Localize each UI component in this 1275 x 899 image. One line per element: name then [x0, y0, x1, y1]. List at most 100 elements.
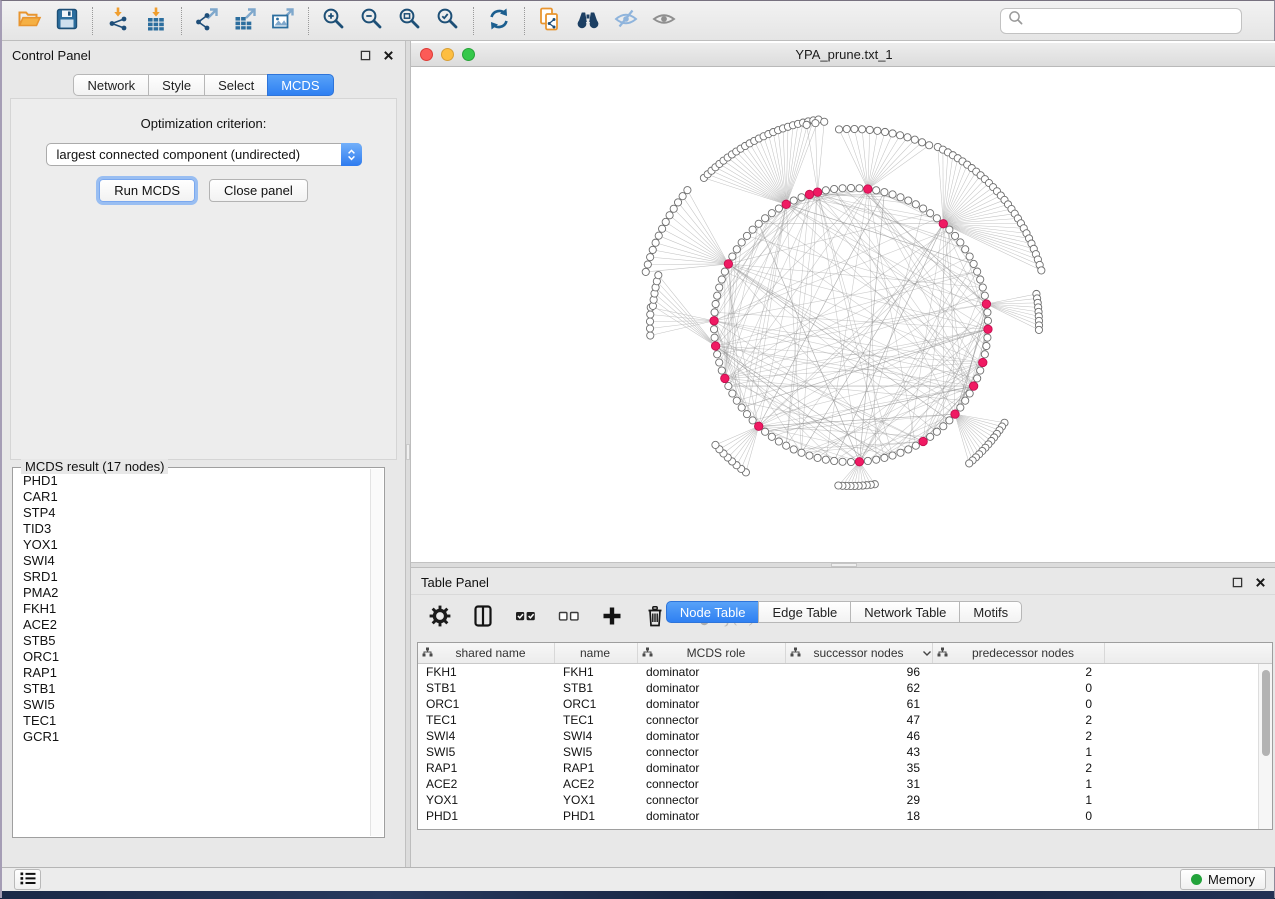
import-network-button[interactable] — [99, 4, 137, 38]
export-image-button[interactable] — [264, 4, 302, 38]
export-network-icon — [194, 6, 220, 35]
mcds-result-item[interactable]: ORC1 — [23, 649, 370, 665]
refresh-view-button[interactable] — [480, 4, 518, 38]
mcds-result-item[interactable]: SWI4 — [23, 553, 370, 569]
optimization-criterion-select[interactable]: largest connected component (undirected) — [46, 143, 362, 166]
tab-network-table[interactable]: Network Table — [850, 601, 960, 623]
memory-button[interactable]: Memory — [1180, 869, 1266, 890]
mcds-result-item[interactable]: TID3 — [23, 521, 370, 537]
mcds-result-item[interactable]: CAR1 — [23, 489, 370, 505]
window-minimize-icon[interactable] — [441, 48, 454, 61]
tab-motifs[interactable]: Motifs — [959, 601, 1022, 623]
toolbar-separator — [524, 7, 525, 35]
zoom-in-icon — [321, 6, 347, 35]
search-field[interactable] — [1000, 8, 1242, 34]
copy-document-icon — [537, 6, 563, 35]
export-network-button[interactable] — [188, 4, 226, 38]
zoom-selected-icon — [435, 6, 461, 35]
zoom-in-button[interactable] — [315, 4, 353, 38]
export-table-icon — [232, 6, 258, 35]
network-graph[interactable] — [411, 67, 1275, 562]
status-bar: Memory — [2, 867, 1274, 891]
import-table-button[interactable] — [137, 4, 175, 38]
search-input[interactable] — [1025, 11, 1235, 31]
mcds-result-item[interactable]: FKH1 — [23, 601, 370, 617]
import-table-icon — [143, 6, 169, 35]
mcds-result-item[interactable]: RAP1 — [23, 665, 370, 681]
window-zoom-icon[interactable] — [462, 48, 475, 61]
task-history-button[interactable] — [14, 869, 41, 890]
mcds-result-scrollbar[interactable] — [370, 469, 383, 836]
toolbar-separator — [181, 7, 182, 35]
memory-status-icon — [1191, 874, 1202, 885]
float-panel-button[interactable] — [359, 49, 372, 62]
mcds-result-item[interactable]: STB5 — [23, 633, 370, 649]
application-window: Control Panel Network Style Select MCDS … — [0, 0, 1275, 898]
mcds-result-item[interactable]: SRD1 — [23, 569, 370, 585]
network-window-titlebar[interactable]: YPA_prune.txt_1 — [411, 43, 1275, 67]
toolbar-separator — [92, 7, 93, 35]
main-toolbar — [2, 1, 1274, 41]
mcds-result-item[interactable]: STP4 — [23, 505, 370, 521]
first-neighbors-button[interactable] — [569, 4, 607, 38]
zoom-out-icon — [359, 6, 385, 35]
tab-node-table[interactable]: Node Table — [666, 601, 760, 623]
mcds-result-item[interactable]: PMA2 — [23, 585, 370, 601]
copy-document-button[interactable] — [531, 4, 569, 38]
network-canvas[interactable] — [411, 67, 1275, 562]
mcds-result-item[interactable]: GCR1 — [23, 729, 370, 745]
network-window-title: YPA_prune.txt_1 — [411, 43, 1275, 67]
control-panel-titlebar: Control Panel — [2, 41, 405, 69]
mcds-result-item[interactable]: STB1 — [23, 681, 370, 697]
mcds-result-item[interactable]: PHD1 — [23, 473, 370, 489]
save-floppy-icon — [54, 6, 80, 35]
mcds-result-item[interactable]: TEC1 — [23, 713, 370, 729]
splitter-handle[interactable] — [406, 444, 410, 460]
mcds-result-item[interactable]: ACE2 — [23, 617, 370, 633]
search-icon — [1007, 9, 1025, 32]
toolbar-separator — [473, 7, 474, 35]
window-close-icon[interactable] — [420, 48, 433, 61]
control-panel: Control Panel Network Style Select MCDS … — [2, 41, 405, 867]
control-panel-title: Control Panel — [12, 48, 91, 63]
eye-slash-icon — [613, 6, 639, 35]
run-mcds-button[interactable]: Run MCDS — [99, 179, 195, 202]
open-folder-icon — [16, 6, 42, 35]
float-panel-button[interactable] — [1231, 576, 1244, 589]
close-panel-action-button[interactable]: Close panel — [209, 179, 308, 202]
export-table-button[interactable] — [226, 4, 264, 38]
import-network-icon — [105, 6, 131, 35]
open-file-button[interactable] — [10, 4, 48, 38]
table-panel-tabs: Node Table Edge Table Network Table Moti… — [411, 601, 1275, 859]
zoom-fit-button[interactable] — [391, 4, 429, 38]
toolbar-separator — [308, 7, 309, 35]
tab-network[interactable]: Network — [73, 74, 149, 96]
list-icon — [18, 869, 38, 890]
close-panel-button[interactable] — [1254, 576, 1267, 589]
splitter-handle[interactable] — [831, 563, 857, 567]
tab-style[interactable]: Style — [148, 74, 205, 96]
select-stepper-icon — [341, 143, 362, 166]
mcds-result-list[interactable]: PHD1CAR1STP4TID3YOX1SWI4SRD1PMA2FKH1ACE2… — [13, 471, 370, 837]
tab-mcds[interactable]: MCDS — [267, 74, 333, 96]
tab-select[interactable]: Select — [204, 74, 268, 96]
table-panel: Table Panel — [411, 568, 1275, 867]
mcds-result-groupbox: MCDS result (17 nodes) PHD1CAR1STP4TID3Y… — [12, 467, 385, 838]
table-panel-titlebar: Table Panel — [411, 568, 1275, 596]
binoculars-icon — [575, 6, 601, 35]
zoom-fit-icon — [397, 6, 423, 35]
close-panel-button[interactable] — [382, 49, 395, 62]
zoom-out-button[interactable] — [353, 4, 391, 38]
refresh-icon — [486, 6, 512, 35]
export-image-icon — [270, 6, 296, 35]
zoom-selected-button[interactable] — [429, 4, 467, 38]
save-session-button[interactable] — [48, 4, 86, 38]
mcds-result-item[interactable]: YOX1 — [23, 537, 370, 553]
mcds-result-item[interactable]: SWI5 — [23, 697, 370, 713]
hide-selected-button[interactable] — [607, 4, 645, 38]
eye-icon — [651, 6, 677, 35]
mcds-tab-content: Optimization criterion: largest connecte… — [10, 98, 397, 460]
show-all-button[interactable] — [645, 4, 683, 38]
control-panel-tabs: Network Style Select MCDS — [2, 74, 405, 96]
tab-edge-table[interactable]: Edge Table — [758, 601, 851, 623]
